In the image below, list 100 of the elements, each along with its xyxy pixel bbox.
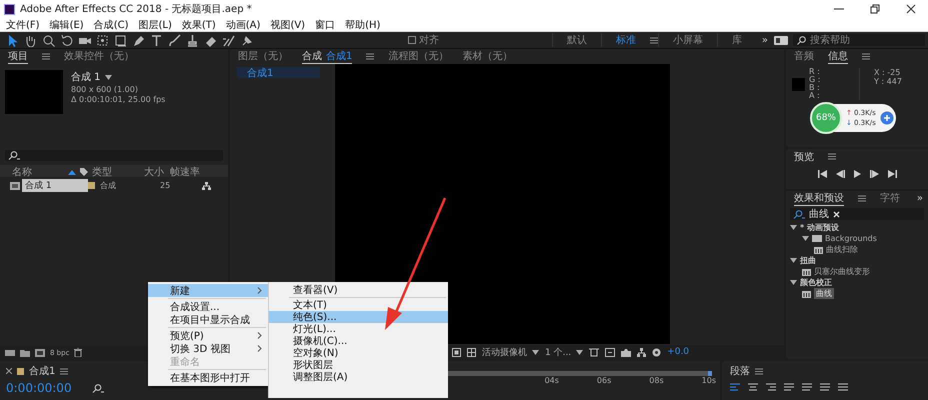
clear-icon[interactable] (833, 210, 840, 218)
viewer-tab[interactable]: 素材（无） (462, 50, 512, 64)
panel-tab[interactable]: 项目 (8, 50, 28, 64)
menu-icon[interactable] (650, 36, 658, 44)
menu-icon[interactable] (42, 53, 50, 60)
workspace-tab[interactable]: 默认 (552, 33, 601, 47)
tree-item[interactable]: 颜色校正 (800, 277, 832, 288)
panel-tab[interactable]: 字符 (880, 192, 900, 206)
menu-item[interactable]: 在基本图形中打开 (148, 371, 268, 384)
chevron-icon[interactable] (257, 287, 262, 294)
caret-icon[interactable] (576, 348, 584, 356)
tree-item[interactable]: Backgrounds (825, 234, 877, 243)
close-icon[interactable] (6, 368, 12, 374)
align-left-icon[interactable] (730, 383, 740, 392)
caret-icon[interactable] (104, 74, 112, 80)
search-icon[interactable] (92, 384, 104, 392)
column-header[interactable]: 帧速率 (170, 165, 210, 179)
justify-center-icon[interactable] (802, 383, 812, 392)
tree-item[interactable]: 曲线扫除 (826, 244, 858, 255)
menu-bar-item[interactable]: 帮助(H) (343, 18, 382, 32)
menu-icon[interactable] (60, 368, 68, 374)
menu-bar-item[interactable]: 效果(T) (180, 18, 218, 32)
reset-icon[interactable] (605, 348, 616, 356)
previous-frame-icon[interactable] (836, 170, 844, 178)
align-center-icon[interactable] (748, 383, 758, 392)
menu-item[interactable]: 调整图层(A) (269, 371, 448, 383)
column-header[interactable]: 名称 (12, 165, 68, 179)
layout-icon[interactable] (589, 348, 600, 356)
plus-button-icon[interactable] (880, 111, 894, 125)
more-panels-button[interactable]: » (916, 193, 928, 204)
menu-bar-item[interactable]: 动画(A) (224, 18, 262, 32)
menu-icon[interactable] (366, 53, 374, 60)
last-frame-icon[interactable] (888, 170, 896, 178)
tag-icon[interactable] (80, 168, 88, 176)
justify-left-icon[interactable] (784, 383, 794, 392)
play-icon[interactable] (854, 170, 860, 178)
help-search-field[interactable]: 搜索帮助 (793, 34, 925, 46)
timecode[interactable]: 0:00:00:00 (6, 381, 72, 395)
menu-item[interactable]: 在项目中显示合成 (148, 313, 268, 326)
snap-checkbox[interactable] (408, 36, 416, 44)
transparency-grid-icon[interactable] (467, 348, 476, 356)
menu-item[interactable]: 摄像机(C)... (269, 335, 448, 347)
panel-tab[interactable]: 效果和预设 (794, 192, 844, 206)
menu-item[interactable]: 切换 3D 视图 (148, 342, 268, 355)
more-workspaces-button[interactable]: » (756, 34, 774, 46)
exposure-icon[interactable] (652, 348, 662, 356)
viewer-tab[interactable]: 流程图（无） (388, 50, 448, 64)
menu-bar-item[interactable]: 文件(F) (4, 18, 42, 32)
align-right-icon[interactable] (766, 383, 776, 392)
menu-item[interactable]: 纯色(S)... (269, 311, 448, 323)
hand-icon[interactable] (24, 34, 37, 46)
trash-icon[interactable] (74, 348, 82, 357)
close-icon[interactable] (906, 4, 916, 14)
justify-all-icon[interactable] (838, 383, 848, 392)
menu-bar-item[interactable]: 图层(L) (136, 18, 174, 32)
flowchart-icon[interactable] (637, 348, 646, 356)
menu-item[interactable]: 灯光(L)... (269, 323, 448, 335)
exposure-value[interactable]: +0.0 (667, 347, 690, 357)
menu-bar-item[interactable]: 视图(V) (268, 18, 308, 32)
selection-arrow-icon[interactable] (6, 34, 19, 46)
label-swatch[interactable] (88, 182, 95, 189)
tree-item[interactable]: 贝塞尔曲线变形 (814, 266, 870, 277)
restore-icon[interactable] (870, 4, 880, 14)
region-icon[interactable] (452, 348, 461, 356)
tree-item[interactable]: 曲线 (814, 288, 834, 299)
panel-tab[interactable]: 信息 (828, 50, 848, 64)
camera-dropdown[interactable]: 活动摄像机 (482, 346, 539, 358)
roto-brush-icon[interactable] (222, 34, 235, 46)
menu-item[interactable]: 查看器(V) (269, 284, 448, 296)
menu-item[interactable]: 文本(T) (269, 299, 448, 311)
interpret-icon[interactable] (5, 348, 15, 356)
rectangle-icon[interactable] (114, 34, 127, 46)
menu-bar-item[interactable]: 窗口 (313, 18, 338, 32)
panel-toggle-icon[interactable] (774, 36, 788, 44)
caret-icon[interactable] (532, 348, 539, 356)
viewer-tab[interactable]: 图层（无） (238, 50, 288, 64)
next-frame-icon[interactable] (870, 170, 878, 178)
folder-icon[interactable] (20, 348, 30, 356)
breadcrumb-chip[interactable]: 合成1 (237, 67, 320, 78)
snapshot-icon[interactable] (621, 348, 632, 356)
tree-item[interactable]: * 动画预设 (800, 222, 839, 233)
stamp-icon[interactable] (186, 34, 199, 46)
project-item-name[interactable]: 合成 1 (22, 179, 88, 192)
menu-icon[interactable] (828, 153, 836, 160)
panel-tab[interactable]: 效果控件（无） (64, 50, 134, 64)
effects-search-field[interactable]: 曲线 (790, 208, 924, 220)
flowchart-icon[interactable] (202, 182, 211, 190)
menu-icon[interactable] (862, 53, 870, 60)
menu-item[interactable]: 新建 (148, 284, 268, 297)
rotate-icon[interactable] (60, 34, 73, 46)
caret-icon[interactable] (790, 279, 797, 286)
menu-bar-item[interactable]: 合成(C) (92, 18, 130, 32)
workspace-tab[interactable]: 库 (716, 33, 756, 47)
panel-tab[interactable]: 音频 (794, 50, 814, 64)
sort-caret-icon[interactable] (68, 170, 76, 174)
justify-right-icon[interactable] (820, 383, 830, 392)
brush-icon[interactable] (168, 34, 181, 46)
workspace-tab[interactable]: 标准 (600, 33, 650, 47)
menu-icon[interactable] (755, 368, 763, 374)
menu-item[interactable]: 空对象(N) (269, 347, 448, 359)
